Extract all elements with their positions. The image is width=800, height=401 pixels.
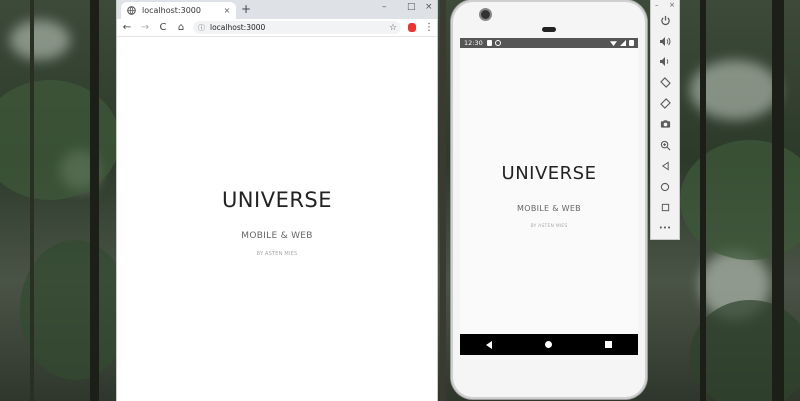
bookmark-star-icon[interactable]: ☆ bbox=[389, 23, 401, 33]
nav-back-icon[interactable] bbox=[486, 340, 493, 349]
zoom-icon[interactable] bbox=[651, 135, 679, 156]
tab-close-icon[interactable]: × bbox=[222, 6, 232, 15]
web-page: UNIVERSE MOBILE & WEB BY ASTEN MIES bbox=[117, 37, 437, 401]
back-button[interactable]: ← bbox=[119, 22, 135, 33]
address-url: localhost:3000 bbox=[210, 23, 266, 32]
info-icon[interactable]: ⓘ bbox=[198, 23, 208, 33]
forward-button[interactable]: → bbox=[137, 22, 153, 33]
nav-recents-icon[interactable] bbox=[604, 341, 612, 348]
volume-down-icon[interactable] bbox=[651, 52, 679, 73]
emulator-toolbar: – × ••• bbox=[651, 0, 679, 239]
sd-card-icon bbox=[486, 40, 492, 46]
home-circle-icon[interactable] bbox=[651, 176, 679, 197]
app-content: UNIVERSE MOBILE & WEB BY ASTEN MIES bbox=[460, 48, 638, 334]
minimize-window-button[interactable]: – bbox=[382, 2, 387, 12]
sync-icon bbox=[494, 40, 501, 46]
app-byline: BY ASTEN MIES bbox=[530, 224, 568, 229]
volume-up-icon[interactable] bbox=[651, 31, 679, 52]
maximize-window-button[interactable]: □ bbox=[407, 2, 416, 12]
emulator-close-button[interactable]: × bbox=[669, 0, 675, 10]
wifi-icon bbox=[610, 41, 617, 46]
status-time: 12:30 bbox=[464, 39, 483, 47]
status-bar: 12:30 bbox=[460, 38, 638, 48]
back-triangle-icon[interactable] bbox=[651, 156, 679, 177]
app-title: UNIVERSE bbox=[501, 163, 597, 184]
address-bar[interactable]: ⓘ localhost:3000 ☆ bbox=[193, 21, 401, 34]
tab-title: localhost:3000 bbox=[142, 6, 201, 15]
rotate-left-icon[interactable] bbox=[651, 72, 679, 93]
front-camera bbox=[481, 10, 490, 19]
android-nav-bar bbox=[460, 334, 638, 355]
battery-icon bbox=[629, 40, 634, 46]
close-window-button[interactable]: × bbox=[425, 2, 433, 12]
signal-icon bbox=[620, 40, 626, 46]
globe-icon bbox=[127, 6, 136, 15]
emulator-minimize-button[interactable]: – bbox=[655, 0, 659, 10]
power-icon[interactable] bbox=[651, 10, 679, 31]
page-byline: BY ASTEN MIES bbox=[256, 251, 298, 257]
rotate-right-icon[interactable] bbox=[651, 93, 679, 114]
home-button[interactable]: ⌂ bbox=[173, 22, 189, 33]
earpiece-speaker bbox=[542, 27, 556, 32]
camera-screenshot-icon[interactable] bbox=[651, 114, 679, 135]
phone-screen: 12:30 UNIVERSE MOBILE & WEB BY ASTEN MIE… bbox=[460, 38, 638, 355]
reload-button[interactable]: C bbox=[155, 22, 171, 33]
new-tab-button[interactable]: + bbox=[241, 2, 251, 17]
extension-icon[interactable] bbox=[405, 22, 419, 34]
browser-toolbar: ← → C ⌂ ⓘ localhost:3000 ☆ ⋮ bbox=[117, 19, 437, 37]
phone-emulator: 12:30 UNIVERSE MOBILE & WEB BY ASTEN MIE… bbox=[451, 0, 647, 399]
more-options-icon[interactable]: ••• bbox=[651, 218, 679, 239]
nav-home-icon[interactable] bbox=[544, 341, 552, 348]
browser-window: localhost:3000 × + – □ × ← → C ⌂ ⓘ local… bbox=[117, 0, 437, 401]
overview-square-icon[interactable] bbox=[651, 197, 679, 218]
browser-menu-button[interactable]: ⋮ bbox=[421, 22, 437, 33]
browser-tab[interactable]: localhost:3000 × bbox=[121, 2, 236, 19]
page-title: UNIVERSE bbox=[221, 188, 333, 212]
tab-bar: localhost:3000 × + – □ × bbox=[117, 0, 437, 19]
